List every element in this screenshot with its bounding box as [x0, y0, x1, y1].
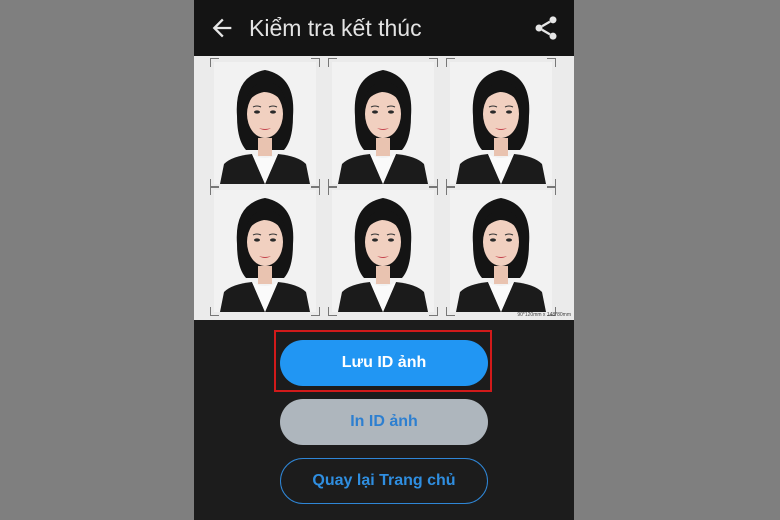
crop-mark [210, 58, 219, 67]
id-photo [210, 186, 320, 316]
crop-mark [210, 307, 219, 316]
crop-mark [311, 186, 320, 195]
crop-mark [328, 186, 337, 195]
save-id-photo-button[interactable]: Lưu ID ảnh [280, 340, 488, 386]
crop-mark [547, 58, 556, 67]
share-icon[interactable] [532, 14, 560, 42]
crop-mark [328, 58, 337, 67]
action-panel: Lưu ID ảnh In ID ảnh Quay lại Trang chủ [194, 320, 574, 520]
phone-screen: Kiểm tra kết thúc 90*120mm x 148*80mm Lư… [194, 0, 574, 520]
app-header: Kiểm tra kết thúc [194, 0, 574, 56]
id-photo [328, 58, 438, 188]
crop-mark [311, 307, 320, 316]
back-to-home-button[interactable]: Quay lại Trang chủ [280, 458, 488, 504]
id-photo [210, 58, 320, 188]
crop-mark [429, 307, 438, 316]
id-photo [328, 186, 438, 316]
crop-mark [429, 186, 438, 195]
crop-mark [311, 58, 320, 67]
page-title: Kiểm tra kết thúc [249, 15, 422, 41]
id-photo [446, 186, 556, 316]
photo-sheet-preview: 90*120mm x 148*80mm [194, 56, 574, 320]
sheet-dimensions-note: 90*120mm x 148*80mm [517, 312, 571, 318]
crop-mark [429, 58, 438, 67]
crop-mark [446, 307, 455, 316]
crop-mark [328, 307, 337, 316]
crop-mark [446, 58, 455, 67]
crop-mark [446, 186, 455, 195]
print-id-photo-button[interactable]: In ID ảnh [280, 399, 488, 445]
arrow-left-icon[interactable] [208, 14, 236, 42]
id-photo [446, 58, 556, 188]
crop-mark [210, 186, 219, 195]
crop-mark [547, 186, 556, 195]
